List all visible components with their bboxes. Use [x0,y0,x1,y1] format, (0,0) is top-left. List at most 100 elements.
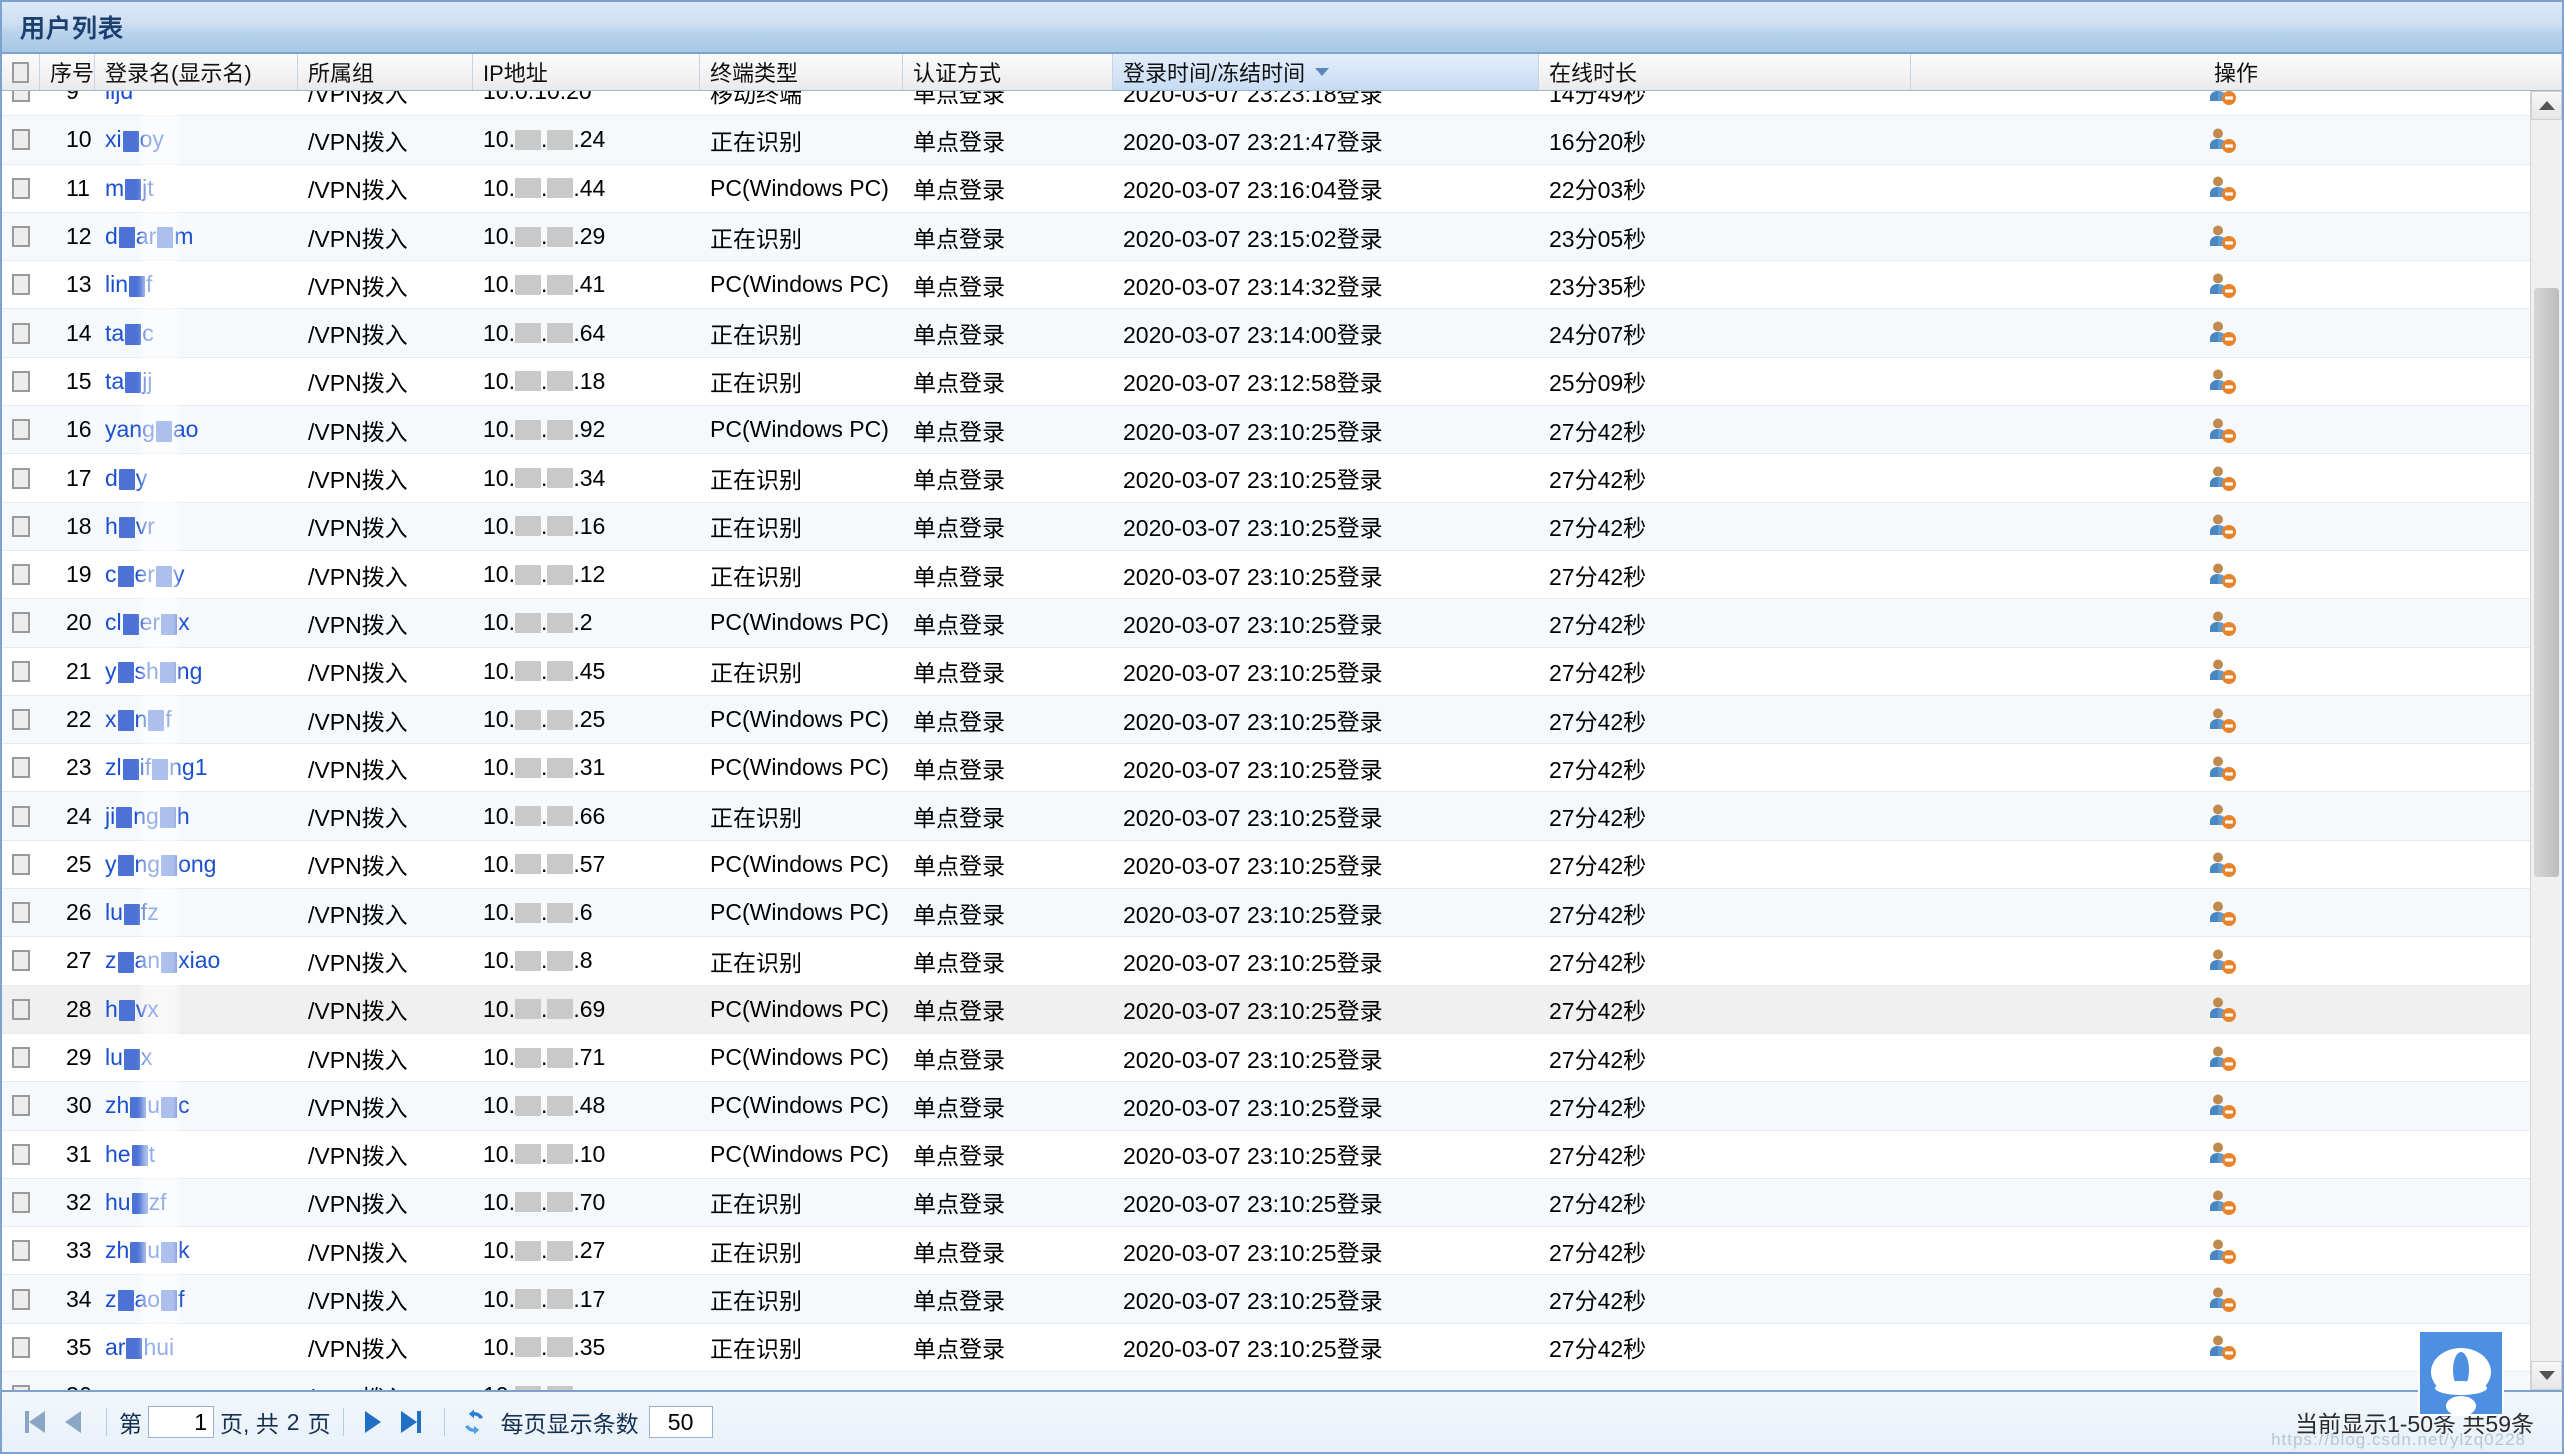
row-checkbox[interactable] [12,1240,30,1262]
row-checkbox[interactable] [12,370,30,392]
table-row[interactable]: 36/VPN拨入10... [2,1372,2531,1390]
cell-operation[interactable] [1911,986,2531,1033]
row-select-cell[interactable] [2,91,40,115]
vertical-scrollbar[interactable] [2530,91,2562,1390]
table-row[interactable]: 13 lin f/VPN拨入 10.. .41 PC(Windows PC) 单点登录 202… [2,261,2531,310]
kick-user-button[interactable] [2206,899,2236,927]
kick-user-button[interactable] [2206,174,2236,202]
select-all-header-cell[interactable] [2,54,40,90]
user-link[interactable]: yang ao [105,416,198,443]
cell-operation[interactable] [1911,792,2531,839]
row-select-cell[interactable] [2,1034,40,1081]
user-link[interactable]: ji ng h [105,803,190,830]
scrollbar-thumb[interactable] [2534,288,2559,878]
user-link[interactable]: h vr [105,513,155,540]
row-select-cell[interactable] [2,986,40,1033]
kick-user-button[interactable] [2206,126,2236,154]
user-link[interactable]: cl er x [105,609,190,636]
table-row[interactable]: 16 yang ao/VPN拨入 10.. .92 PC(Windows PC) 单点登录 2… [2,406,2531,455]
row-checkbox[interactable] [12,515,30,537]
row-checkbox[interactable] [12,709,30,730]
table-row[interactable]: 30 zh u c/VPN拨入 10.. .48 PC(Windows PC) 单点登录 202… [2,1082,2531,1131]
cell-login-name[interactable]: xnf [95,696,298,743]
select-all-checkbox[interactable] [12,61,29,83]
column-header-auth[interactable]: 认证方式 [903,54,1113,90]
kick-user-button[interactable] [2206,1237,2236,1265]
row-select-cell[interactable] [2,406,40,453]
cell-operation[interactable] [1911,91,2531,115]
row-select-cell[interactable] [2,792,40,839]
scroll-down-button[interactable] [2531,1361,2562,1390]
row-checkbox[interactable] [12,1143,30,1165]
cell-operation[interactable] [1911,358,2531,405]
row-checkbox[interactable] [12,998,30,1020]
cell-login-name[interactable]: z ao f [95,1275,298,1322]
user-link[interactable]: lu fz [105,899,159,926]
table-row[interactable]: 14 ta c/VPN拨入 10.. .64 正在识别 单点登录 2020-03-07 23:… [2,309,2531,358]
cell-operation[interactable] [1911,696,2531,743]
user-link[interactable]: hu zf [105,1189,166,1216]
cell-login-name[interactable]: h vr [95,503,298,550]
user-link[interactable]: z an xiao [105,947,220,974]
row-select-cell[interactable] [2,648,40,695]
cell-login-name[interactable]: hu zf [95,1179,298,1226]
row-checkbox[interactable] [12,612,30,634]
row-select-cell[interactable] [2,503,40,550]
kick-user-button[interactable] [2206,91,2236,106]
column-header-duration[interactable]: 在线时长 [1539,54,1911,90]
row-select-cell[interactable] [2,1082,40,1129]
user-link[interactable]: y ng ong [105,851,216,878]
table-row[interactable]: 28 h vx/VPN拨入 10.. .69 PC(Windows PC) 单点登录 2020… [2,985,2531,1034]
row-select-cell[interactable] [2,309,40,356]
cell-login-name[interactable]: ta c [95,309,298,356]
kick-user-button[interactable] [2206,1140,2236,1168]
table-row[interactable]: 19 c er y/VPN拨入 10.. .12 正在识别 单点登录 2020-03-07 23… [2,550,2531,600]
row-checkbox[interactable] [12,467,30,489]
row-checkbox[interactable] [12,757,30,779]
table-row[interactable]: 32 hu zf/VPN拨入 10.. .70 正在识别 单点登录 2020-03-07 23… [2,1178,2531,1228]
cell-login-name[interactable]: he t [95,1131,298,1178]
cell-operation[interactable] [1911,648,2531,695]
user-link[interactable]: zh u k [105,1237,190,1264]
row-select-cell[interactable] [2,1179,40,1226]
cell-operation[interactable] [1911,937,2531,984]
user-link[interactable]: he t [105,1141,155,1168]
row-checkbox[interactable] [12,805,30,827]
cell-login-name[interactable]: dy [95,454,298,501]
cell-operation[interactable] [1911,309,2531,356]
floating-avatar[interactable] [2418,1330,2504,1416]
row-checkbox[interactable] [12,129,30,151]
kick-user-button[interactable] [2206,850,2236,878]
row-checkbox[interactable] [12,1047,30,1069]
cell-operation[interactable] [1911,1034,2531,1081]
kick-user-button[interactable] [2206,1188,2236,1216]
row-checkbox[interactable] [12,950,30,972]
user-link[interactable]: lu x [105,1044,152,1071]
table-row[interactable]: 11 m jt/VPN拨入 10.. .44 PC(Windows PC) 单点登录 2020… [2,164,2531,213]
kick-user-button[interactable] [2206,1044,2236,1072]
kick-user-button[interactable] [2206,657,2236,685]
user-link[interactable]: ta c [105,320,154,347]
row-select-cell[interactable] [2,841,40,888]
cell-login-name[interactable]: ta jj [95,358,298,405]
user-link[interactable]: zl if ng1 [105,754,208,781]
table-row[interactable]: 26 lu fz/VPN拨入 10.. .6 PC(Windows PC) 单点登录 2020… [2,889,2531,938]
user-link[interactable]: h vx [105,996,159,1023]
row-select-cell[interactable] [2,165,40,212]
user-link[interactable]: d ar m [105,223,193,250]
table-row[interactable]: 21 y sh ng/VPN拨入 10.. .45 正在识别 单点登录 2020-03-07 2… [2,647,2531,696]
kick-user-button[interactable] [2206,561,2236,589]
cell-operation[interactable] [1911,1131,2531,1178]
cell-login-name[interactable]: zh u k [95,1227,298,1274]
user-link[interactable]: m jt [105,175,154,202]
last-page-button[interactable] [394,1405,428,1439]
cell-login-name[interactable]: y ng ong [95,841,298,888]
row-checkbox[interactable] [12,1191,30,1213]
row-select-cell[interactable] [2,1275,40,1322]
row-select-cell[interactable] [2,358,40,405]
cell-operation[interactable] [1911,213,2531,260]
row-select-cell[interactable] [2,744,40,791]
cell-login-name[interactable]: lu x [95,1034,298,1081]
kick-user-button[interactable] [2206,995,2236,1023]
table-row[interactable]: 22 x n f/VPN拨入 10.. .25 PC(Windows PC) 单点登录 2020… [2,695,2531,745]
